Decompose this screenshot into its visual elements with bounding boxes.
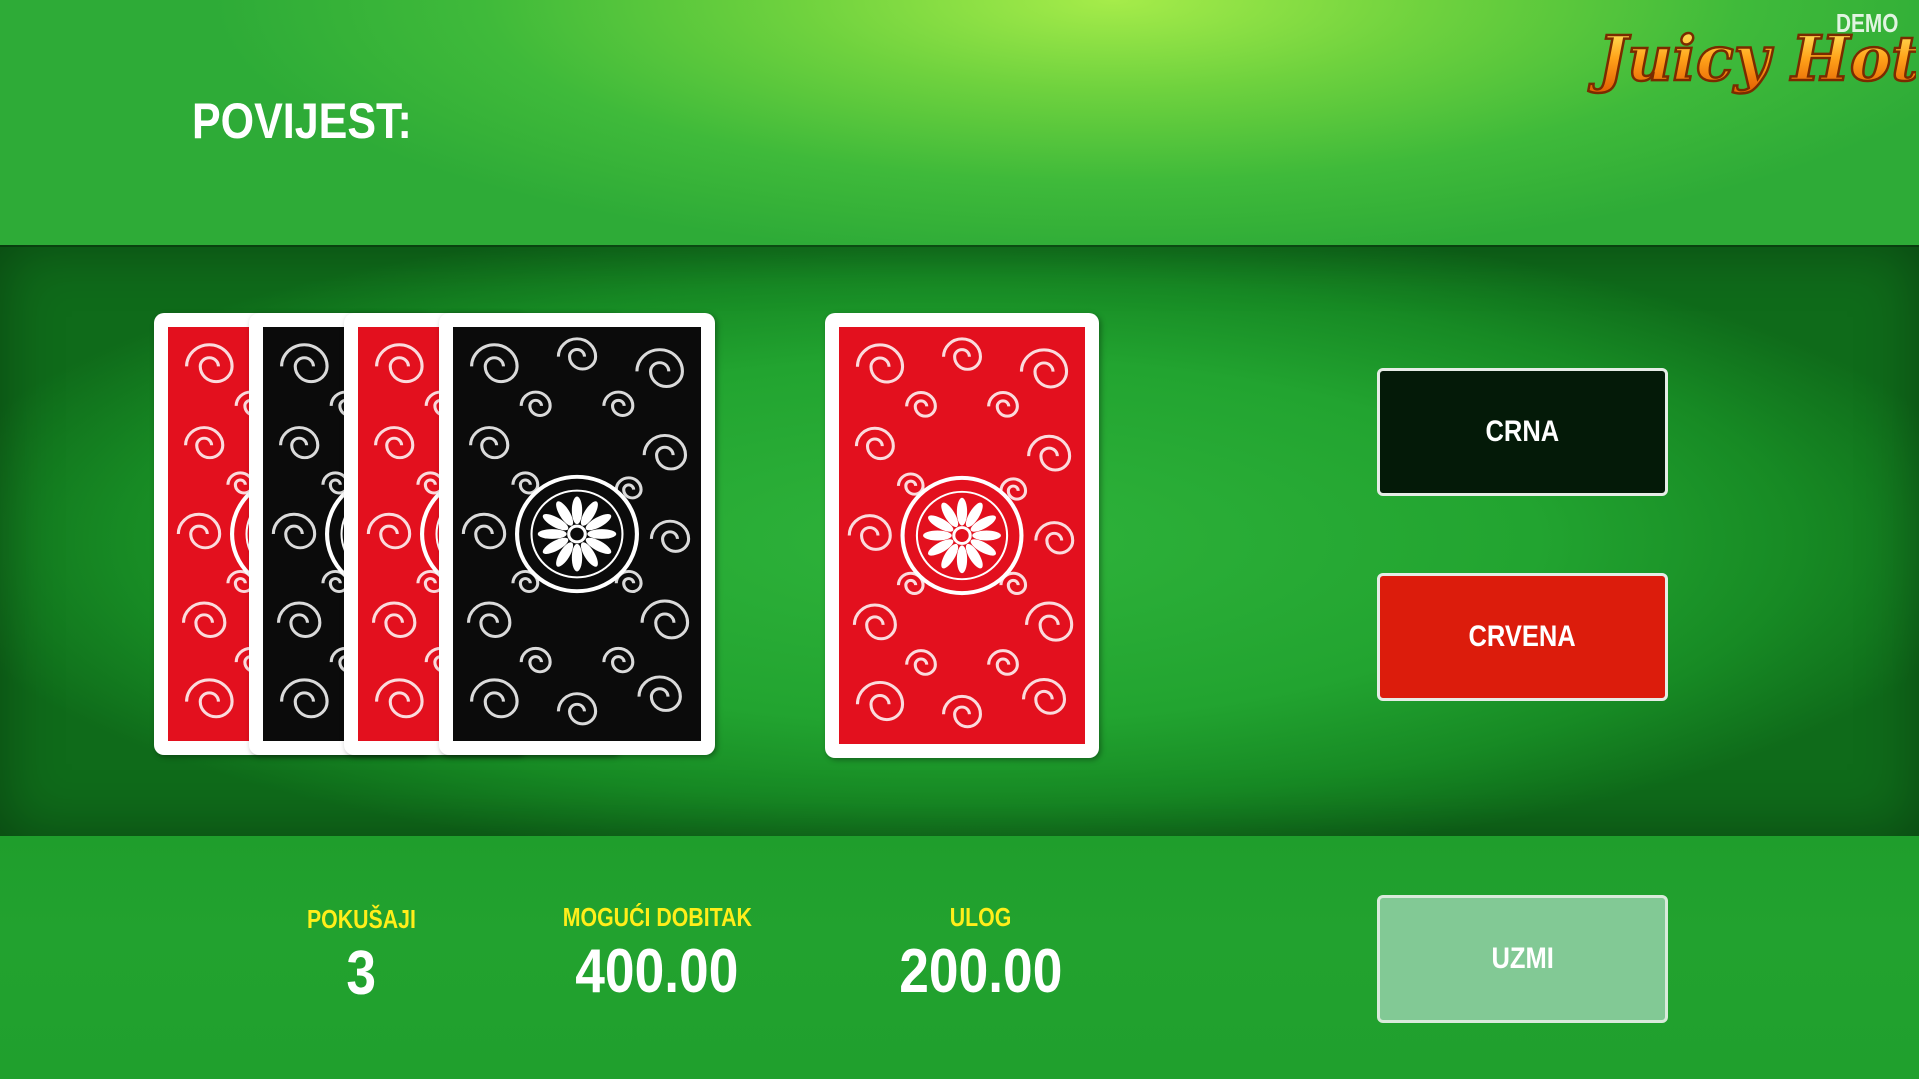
card-back-pattern <box>453 327 701 741</box>
card-back-pattern <box>839 327 1085 744</box>
possible-win-value: 400.00 <box>575 937 739 1006</box>
attempts-label: POKUŠAJI <box>306 904 416 934</box>
current-card <box>825 313 1099 758</box>
attempts-value: 3 <box>346 939 376 1008</box>
attempts-stat: POKUŠAJI 3 <box>211 904 511 1005</box>
take-button[interactable]: UZMI <box>1377 895 1668 1023</box>
black-button[interactable]: CRNA <box>1377 368 1668 496</box>
history-label: POVIJEST: <box>192 93 412 149</box>
bet-stat: ULOG 200.00 <box>831 902 1131 1003</box>
demo-label: DEMO <box>1836 8 1899 38</box>
possible-win-stat: MOGUĆI DOBITAK 400.00 <box>507 902 807 1003</box>
bet-label: ULOG <box>950 902 1012 932</box>
bet-value: 200.00 <box>899 937 1063 1006</box>
history-card <box>439 313 715 755</box>
possible-win-label: MOGUĆI DOBITAK <box>562 902 752 932</box>
header-area: POVIJEST: Juicy Hot DEMO <box>0 0 1919 245</box>
red-button[interactable]: CRVENA <box>1377 573 1668 701</box>
